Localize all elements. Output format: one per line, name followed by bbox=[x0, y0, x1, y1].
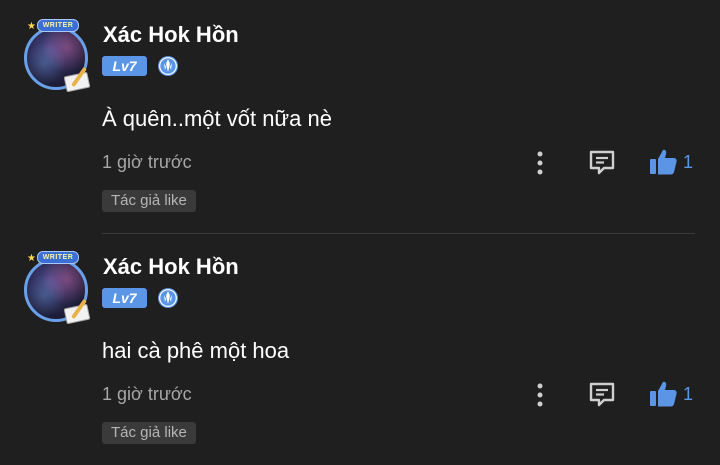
username[interactable]: Xác Hok Hồn bbox=[103, 254, 239, 280]
star-icon: ★ bbox=[27, 253, 36, 264]
more-vertical-icon[interactable] bbox=[533, 150, 547, 176]
rank-emblem-icon bbox=[158, 288, 178, 308]
avatar[interactable]: WRITER ★ bbox=[21, 18, 95, 93]
comment-item: WRITER ★ Xác Hok Hồn Lv7 À quên..một vốt… bbox=[0, 0, 720, 234]
thumbs-up-icon[interactable] bbox=[648, 380, 678, 408]
thumbs-up-icon[interactable] bbox=[648, 148, 678, 176]
more-vertical-icon[interactable] bbox=[533, 382, 547, 408]
comment-text: hai cà phê một hoa bbox=[102, 338, 290, 363]
reply-comment-icon[interactable] bbox=[588, 382, 616, 408]
rank-emblem-icon bbox=[158, 56, 178, 76]
like-count: 1 bbox=[683, 152, 694, 172]
avatar[interactable]: WRITER ★ bbox=[21, 250, 95, 325]
username[interactable]: Xác Hok Hồn bbox=[103, 22, 239, 48]
like-count: 1 bbox=[683, 384, 694, 404]
comment-text: À quên..một vốt nữa nè bbox=[102, 106, 332, 131]
timestamp: 1 giờ trước bbox=[102, 152, 192, 172]
star-icon: ★ bbox=[27, 21, 36, 32]
timestamp: 1 giờ trước bbox=[102, 384, 192, 404]
reply-comment-icon[interactable] bbox=[588, 150, 616, 176]
level-badge: Lv7 bbox=[102, 288, 147, 308]
author-like-tag: Tác giả like bbox=[102, 422, 196, 444]
comment-item: WRITER ★ Xác Hok Hồn Lv7 hai cà phê một … bbox=[0, 232, 720, 464]
author-like-tag: Tác giả like bbox=[102, 190, 196, 212]
writer-badge: WRITER bbox=[37, 251, 79, 264]
writer-badge: WRITER bbox=[37, 19, 79, 32]
level-badge: Lv7 bbox=[102, 56, 147, 76]
